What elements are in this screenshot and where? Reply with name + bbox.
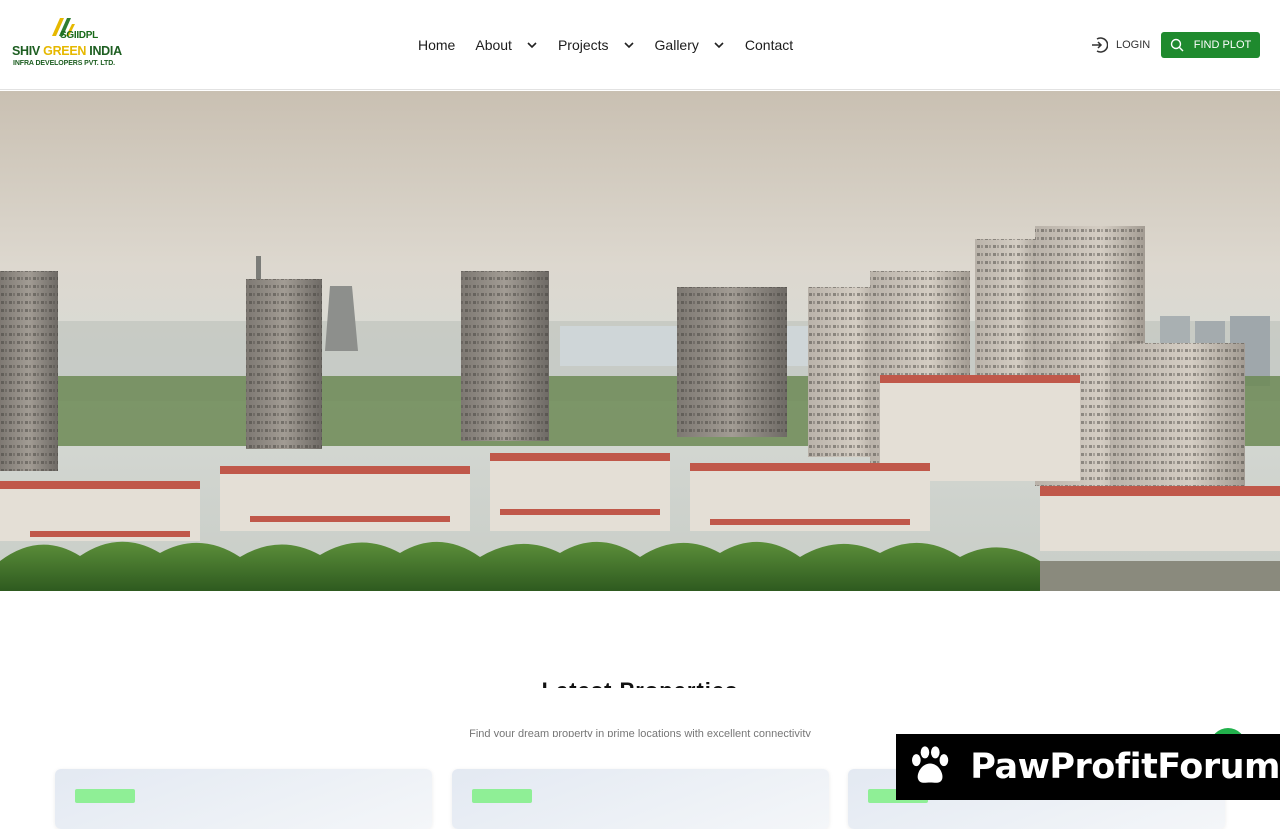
login-link[interactable]: LOGIN [1090,36,1150,54]
company-logo[interactable]: SGIIDPL SHIV GREEN INDIA INFRA DEVELOPER… [12,16,124,72]
watermark-banner: PawProfitForum [896,734,1280,800]
find-plot-button[interactable]: FIND PLOT [1161,32,1260,58]
nav-about-label: About [475,37,512,53]
card-status-badge [472,789,532,803]
nav-projects[interactable]: Projects [558,37,635,53]
logo-abbr: SGIIDPL [60,30,98,41]
property-card[interactable] [452,769,829,829]
watermark-text: PawProfitForum [970,747,1280,787]
logo-tagline: INFRA DEVELOPERS PVT. LTD. [13,60,116,67]
nav-home[interactable]: Home [418,37,455,53]
card-status-badge [75,789,135,803]
section-title: Latest Properties [0,672,1280,688]
nav-home-label: Home [418,37,456,53]
property-card[interactable] [55,769,432,829]
paw-icon [912,746,949,783]
login-label: LOGIN [1116,39,1151,51]
logo-company-name: SHIV GREEN INDIA [12,44,122,58]
site-header: SGIIDPL SHIV GREEN INDIA INFRA DEVELOPER… [0,0,1280,90]
hero-city-image [0,91,1280,591]
chevron-down-icon [527,42,537,49]
main-nav: Home About Projects Gallery Contact [418,36,793,54]
chevron-down-icon [714,42,724,49]
chevron-down-icon [623,42,634,49]
nav-gallery-label: Gallery [654,37,699,53]
hero-banner [0,91,1280,591]
login-icon [1092,37,1108,53]
nav-projects-label: Projects [557,37,609,53]
find-plot-label: FIND PLOT [1193,39,1252,51]
nav-about[interactable]: About [475,37,538,53]
nav-contact-label: Contact [744,37,794,53]
nav-contact[interactable]: Contact [745,37,793,53]
search-icon [1170,38,1184,52]
nav-gallery[interactable]: Gallery [655,37,725,53]
